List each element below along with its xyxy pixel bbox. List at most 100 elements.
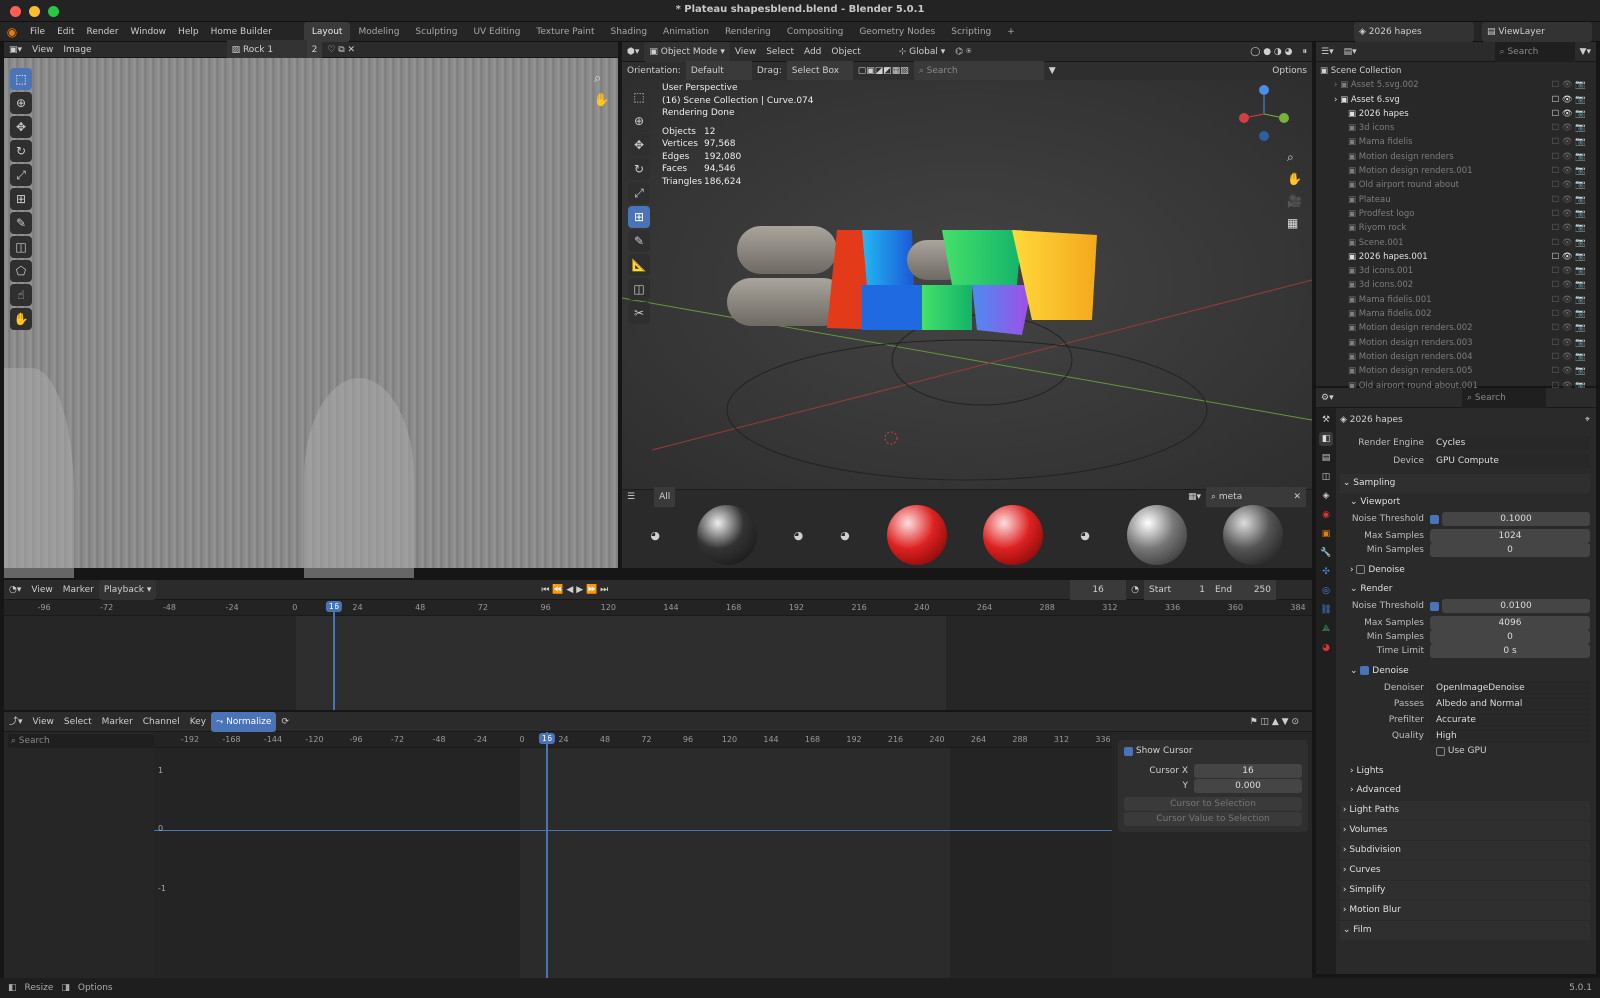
passes-dropdown[interactable]: Albedo and Normal [1430,697,1590,711]
properties-search-input[interactable]: ⌕ Search [1462,387,1546,408]
noise-threshold-checkbox[interactable] [1430,514,1439,524]
zoom-icon[interactable]: ⌕ [594,68,610,90]
visibility-toggles[interactable]: ☐ 👁 📷 [1552,321,1586,335]
visibility-toggles[interactable]: ☐ 👁 📷 [1552,221,1586,235]
visibility-toggles[interactable]: ☐ 👁 📷 [1552,121,1586,135]
menu-playback[interactable]: Playback ▾ [98,579,157,600]
measure-tool-icon[interactable]: 📐 [628,254,650,276]
graph-icon[interactable]: ⤴▾ [4,712,28,732]
menu-view[interactable]: View [26,580,57,600]
editor-type-icon[interactable]: ▣▾ [4,40,27,60]
move-tool-icon[interactable]: ✥ [10,116,32,138]
cursor-to-selection-button[interactable]: Cursor to Selection [1124,797,1302,811]
menu-object[interactable]: Object [826,42,865,62]
advanced-subpanel[interactable]: › Advanced [1340,781,1590,800]
outliner-item[interactable]: ▣ 3d icons ☐ 👁 📷 [1320,121,1592,135]
normalize-toggle[interactable]: ⤳ Normalize [211,711,277,732]
timeline-ruler[interactable]: -96 -72 -48 -24 0 24 48 72 96 120 144 168 192 216 240 2… [4,600,1312,616]
menu-file[interactable]: File [24,22,51,42]
lights-subpanel[interactable]: › Lights [1340,762,1590,781]
tab-rendering[interactable]: Rendering [717,22,779,42]
material-ball[interactable] [696,505,757,565]
noise-threshold-checkbox[interactable] [1430,601,1439,611]
tab-uv-editing[interactable]: UV Editing [465,22,528,42]
viewport-min-samples-field[interactable]: 0 [1430,543,1590,557]
tool-tab-icon[interactable]: ⚒ [1319,413,1333,427]
refresh-icon[interactable]: ⟳ [276,712,294,732]
menu-add[interactable]: Add [799,42,826,62]
tab-sculpting[interactable]: Sculpting [407,22,465,42]
end-frame-field[interactable]: End 250 [1210,579,1276,600]
playhead[interactable] [333,602,335,710]
clock-icon[interactable]: ◔▾ [4,580,26,600]
visibility-toggles[interactable]: ☐ 👁 📷 [1552,364,1586,378]
move-tool-icon[interactable]: ✥ [628,134,650,156]
render-max-samples-field[interactable]: 4096 [1430,616,1590,630]
outliner-item[interactable]: ▣ Mama fidelis.001 ☐ 👁 📷 [1320,293,1592,307]
visibility-toggles[interactable]: ☐ 👁 📷 [1552,293,1586,307]
outliner-item[interactable]: ▣ Motion design renders.004 ☐ 👁 📷 [1320,350,1592,364]
menu-window[interactable]: Window [125,22,173,42]
add-workspace-icon[interactable]: + [999,22,1023,42]
material-ball[interactable] [886,505,947,565]
shading-buttons[interactable]: ◯ ● ◑ ◕ [1245,42,1297,62]
snapping-icon[interactable]: ⌬ ⍟ [950,42,976,62]
camera-icon[interactable]: 🎥 [1287,190,1302,212]
image-selector[interactable]: ▨ Rock 1 [226,39,307,60]
grid-icon[interactable]: ▦ [1287,212,1302,234]
outliner-item[interactable]: › ▣ Asset 5.svg.002 ☐ 👁 📷 [1320,78,1592,92]
options-dropdown[interactable]: Options [1267,61,1312,81]
cursor-y-field[interactable]: 0.000 [1194,779,1302,793]
drag-dropdown[interactable]: Select Box [786,61,853,81]
data-tab-icon[interactable]: ⟁ [1319,622,1333,636]
editor-type-icon[interactable]: ⬢▾ [622,42,644,62]
material-icon[interactable]: ◕ [840,529,850,542]
menu-edit[interactable]: Edit [51,22,80,42]
zoom-icon[interactable]: ⌕ [1287,146,1302,168]
tab-modeling[interactable]: Modeling [350,22,407,42]
cage-tool-icon[interactable]: ◫ [10,236,32,258]
outliner-item[interactable]: ▣ Mama fidelis.002 ☐ 👁 📷 [1320,307,1592,321]
graph-ruler[interactable]: -192 -168 -144 -120 -96 -72 -48 -24 0 24 48 72 96 120… [154,732,1112,748]
tab-layout[interactable]: Layout [303,21,351,42]
3d-shapes[interactable] [727,226,1097,335]
start-frame-field[interactable]: Start 1 [1144,579,1210,600]
use-gpu-checkbox[interactable] [1436,746,1445,756]
pin-icon[interactable]: ⌖ [1585,415,1590,425]
playhead[interactable] [546,732,548,978]
outliner-item[interactable]: ▣ Old airport round about ☐ 👁 📷 [1320,178,1592,192]
fake-user-icon[interactable]: ♡ ⧉ ✕ [322,40,360,60]
view-layer-tab-icon[interactable]: ◫ [1319,470,1333,484]
selection-mode-icons[interactable]: ▢▣◪◩▦▧ [853,61,914,81]
menu-select[interactable]: Select [761,42,799,62]
scene-collection[interactable]: ▣ Scene Collection [1320,64,1592,78]
visibility-toggles[interactable]: ☐ 👁 📷 [1552,207,1586,221]
channel-search-input[interactable]: ⌕ Search [8,734,154,748]
cursor-x-field[interactable]: 16 [1194,764,1302,778]
render-subpanel[interactable]: ⌄ Render [1340,580,1590,599]
menu-channel[interactable]: Channel [138,712,185,732]
scale-tool-icon[interactable]: ⤢ [10,164,32,186]
material-tab-icon[interactable]: ◕ [1319,641,1333,655]
transform-orientation[interactable]: ⊹ Global ▾ [894,42,951,62]
scene-tab-icon[interactable]: ◈ [1319,489,1333,503]
outliner-item[interactable]: ▣ Prodfest logo ☐ 👁 📷 [1320,207,1592,221]
visibility-toggles[interactable]: ☐ 👁 📷 [1552,107,1586,121]
viewport-noise-threshold-field[interactable]: 0.1000 [1441,512,1590,526]
menu-view[interactable]: View [730,42,761,62]
scale-tool-icon[interactable]: ⤢ [628,182,650,204]
device-dropdown[interactable]: GPU Compute [1430,454,1590,468]
outliner-item[interactable]: ▣ Mama fidelis ☐ 👁 📷 [1320,135,1592,149]
current-frame-field[interactable]: 16 [1070,579,1127,600]
render-noise-threshold-field[interactable]: 0.0100 [1441,599,1590,613]
menu-select[interactable]: Select [59,712,97,732]
menu-marker[interactable]: Marker [58,580,99,600]
pan-icon[interactable]: ✋ [1287,168,1302,190]
outliner-item[interactable]: ▣ Motion design renders.003 ☐ 👁 📷 [1320,336,1592,350]
menu-marker[interactable]: Marker [97,712,138,732]
3d-viewport[interactable]: ⬢▾ ▣ Object Mode ▾ View Select Add Objec… [622,41,1312,489]
menu-help[interactable]: Help [172,22,205,42]
asset-filter-all[interactable]: All [654,487,676,507]
denoiser-dropdown[interactable]: OpenImageDenoise [1430,681,1590,695]
tab-compositing[interactable]: Compositing [779,22,851,42]
